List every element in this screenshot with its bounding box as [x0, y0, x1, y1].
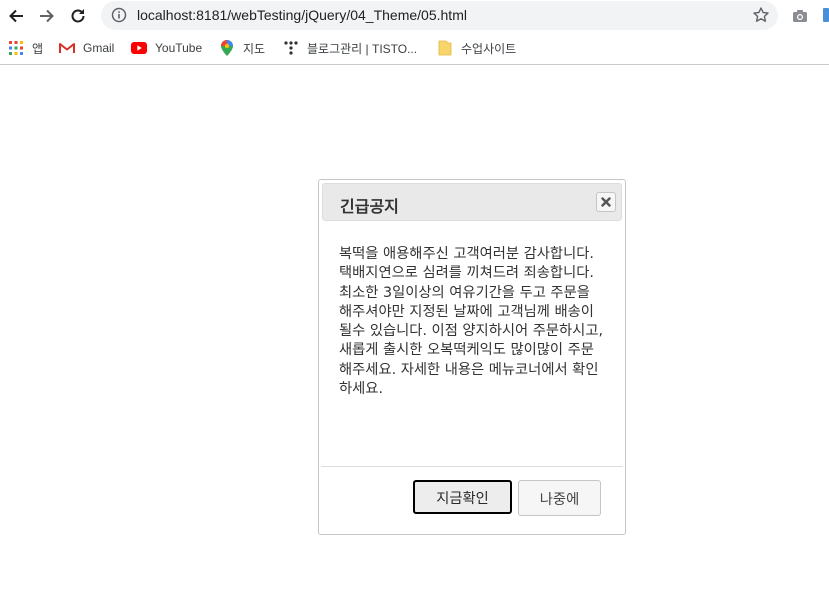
bookmark-folder[interactable]: 수업사이트: [437, 38, 516, 58]
youtube-icon: [131, 40, 147, 56]
address-bar[interactable]: localhost:8181/webTesting/jQuery/04_Them…: [101, 1, 778, 30]
forward-button[interactable]: [35, 4, 59, 28]
dialog-message: 복떡을 애용해주신 고객여러분 감사합니다. 택배지연으로 심려를 끼쳐드려 죄…: [339, 246, 604, 398]
dialog-titlebar[interactable]: 긴급공지: [322, 183, 622, 221]
bookmark-label: 수업사이트: [461, 41, 517, 56]
dialog-close-button[interactable]: [596, 192, 616, 212]
reload-button[interactable]: [66, 4, 90, 28]
maps-pin-icon: [219, 40, 235, 56]
bookmark-label: 앱: [32, 41, 44, 56]
bookmarks-bar: 앱 Gmail YouTube 지도 블로그관리 | TISTO... 수업사이…: [0, 32, 829, 65]
folder-icon: [437, 40, 453, 56]
apps-grid-icon: [8, 40, 24, 56]
dialog-title: 긴급공지: [340, 197, 399, 216]
bookmark-star-icon[interactable]: [752, 6, 770, 28]
bookmark-label: 블로그관리 | TISTO...: [307, 41, 418, 56]
forward-arrow-icon: [40, 9, 54, 23]
bookmark-label: Gmail: [83, 41, 115, 55]
gmail-icon: [59, 40, 75, 56]
bookmark-tistory[interactable]: 블로그관리 | TISTO...: [283, 38, 417, 58]
bookmark-label: 지도: [243, 41, 266, 56]
url-text[interactable]: localhost:8181/webTesting/jQuery/04_Them…: [137, 7, 467, 23]
bookmark-apps[interactable]: 앱: [8, 38, 43, 58]
bookmark-youtube[interactable]: YouTube: [131, 38, 202, 58]
camera-icon[interactable]: [792, 8, 808, 27]
reload-icon: [71, 9, 85, 23]
tistory-icon: [283, 40, 299, 56]
later-button[interactable]: 나중에: [518, 480, 601, 516]
browser-toolbar: localhost:8181/webTesting/jQuery/04_Them…: [0, 0, 829, 32]
close-icon: [601, 197, 611, 207]
bookmark-maps[interactable]: 지도: [219, 38, 265, 58]
bookmark-gmail[interactable]: Gmail: [59, 38, 114, 58]
dialog-button-pane-divider: [321, 466, 623, 467]
bookmark-label: YouTube: [155, 41, 203, 55]
extension-icon[interactable]: [823, 8, 829, 22]
back-arrow-icon: [9, 9, 23, 23]
confirm-now-button[interactable]: 지금확인: [413, 480, 512, 514]
back-button[interactable]: [4, 4, 28, 28]
site-info-icon[interactable]: [111, 7, 127, 27]
notice-dialog: 긴급공지 복떡을 애용해주신 고객여러분 감사합니다. 택배지연으로 심려를 끼…: [318, 179, 626, 535]
